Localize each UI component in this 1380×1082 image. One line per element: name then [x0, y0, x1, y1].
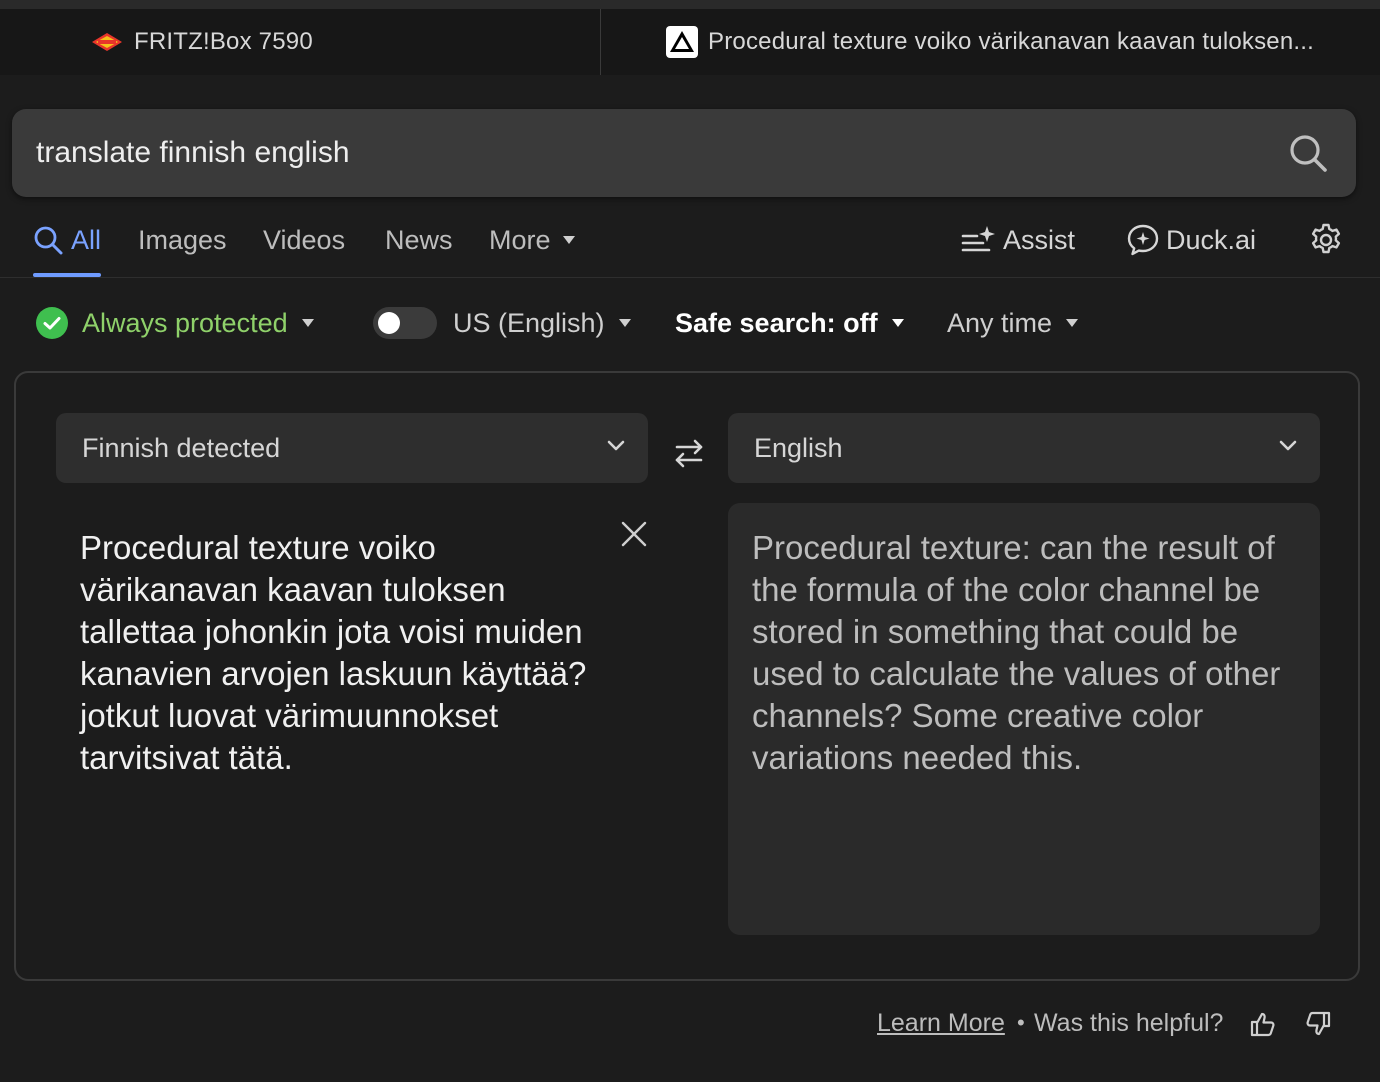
warning-triangle-icon [666, 26, 698, 58]
translated-text: Procedural texture: can the result of th… [752, 529, 1281, 776]
duckai-button[interactable]: Duck.ai [1126, 205, 1256, 275]
translation-output: Procedural texture: can the result of th… [728, 503, 1320, 935]
chevron-down-icon [1279, 440, 1297, 451]
helpful-prompt: Was this helpful? [1034, 1008, 1224, 1037]
learn-more-link[interactable]: Learn More [877, 1000, 1005, 1046]
thumbs-up-button[interactable] [1249, 1010, 1277, 1038]
safe-search-dropdown[interactable]: Safe search: off [675, 295, 904, 351]
nav-divider [0, 277, 1380, 278]
fritz-logo-icon [90, 31, 124, 53]
tab-all-label: All [71, 224, 102, 255]
window-top-strip [0, 0, 1380, 9]
thumbs-down-button[interactable] [1304, 1010, 1332, 1038]
assist-sparkle-icon [961, 226, 995, 252]
target-language-select[interactable]: English [728, 413, 1320, 483]
duckai-label: Duck.ai [1166, 224, 1257, 255]
tab-news-label: News [385, 224, 453, 255]
search-button[interactable] [1288, 133, 1328, 173]
search-input[interactable] [36, 109, 1236, 197]
chevron-down-icon [607, 440, 625, 451]
search-bar [12, 109, 1356, 197]
tab-divider [600, 9, 601, 75]
search-nav: All Images Videos News More Assist Duck.… [0, 205, 1380, 277]
source-language-select[interactable]: Finnish detected [56, 413, 648, 483]
gear-icon [1311, 223, 1341, 254]
clear-text-button[interactable] [620, 520, 648, 548]
assist-button[interactable]: Assist [961, 205, 1075, 275]
safe-search-label: Safe search: off [675, 307, 878, 338]
tab-images-label: Images [138, 224, 227, 255]
region-label: US (English) [453, 307, 605, 338]
search-icon [34, 226, 63, 255]
protection-dropdown[interactable]: Always protected [36, 295, 314, 351]
tab-translate-search[interactable]: Procedural texture voiko värikanavan kaa… [666, 9, 1366, 75]
chat-sparkle-icon [1127, 224, 1159, 256]
protection-label: Always protected [82, 307, 288, 338]
search-icon [1290, 135, 1327, 172]
settings-button[interactable] [1308, 205, 1344, 275]
close-icon [621, 521, 647, 547]
time-label: Any time [947, 307, 1053, 338]
more-menu-label: More [489, 224, 551, 255]
caret-down-icon [1066, 319, 1079, 327]
swap-languages-button[interactable] [672, 436, 706, 470]
tab-videos[interactable]: Videos [263, 205, 345, 275]
footer-separator: • [1017, 1010, 1025, 1035]
more-menu[interactable]: More [489, 205, 575, 275]
tab-all[interactable]: All [33, 205, 102, 277]
swap-arrows-icon [675, 439, 703, 468]
time-dropdown[interactable]: Any time [947, 295, 1079, 351]
toggle-knob [378, 312, 400, 334]
filter-bar: Always protected US (English) Safe searc… [0, 295, 1380, 351]
target-language-label: English [754, 432, 843, 463]
tab-translate-search-title: Procedural texture voiko värikanavan kaa… [708, 28, 1314, 55]
assist-label: Assist [1003, 224, 1076, 255]
tab-fritzbox-title: FRITZ!Box 7590 [134, 28, 313, 55]
tab-fritzbox[interactable]: FRITZ!Box 7590 [90, 9, 590, 75]
tab-videos-label: Videos [263, 224, 346, 255]
check-circle-icon [36, 307, 68, 339]
caret-down-icon [891, 319, 904, 327]
source-text-area[interactable]: Procedural texture voiko värikanavan kaa… [56, 503, 648, 935]
feedback-footer: Learn More • Was this helpful? [0, 1000, 1380, 1046]
caret-down-icon [301, 319, 314, 327]
caret-down-icon [562, 236, 575, 244]
region-dropdown[interactable]: US (English) [453, 295, 631, 351]
source-language-label: Finnish detected [82, 432, 281, 463]
caret-down-icon [618, 319, 631, 327]
thumbs-up-icon [1250, 1012, 1275, 1037]
tab-news[interactable]: News [385, 205, 453, 275]
source-text: Procedural texture voiko värikanavan kaa… [80, 529, 587, 776]
region-toggle[interactable] [373, 307, 437, 339]
thumbs-down-icon [1306, 1011, 1331, 1036]
tab-bar: FRITZ!Box 7590 Procedural texture voiko … [0, 9, 1380, 75]
tab-images[interactable]: Images [138, 205, 227, 275]
